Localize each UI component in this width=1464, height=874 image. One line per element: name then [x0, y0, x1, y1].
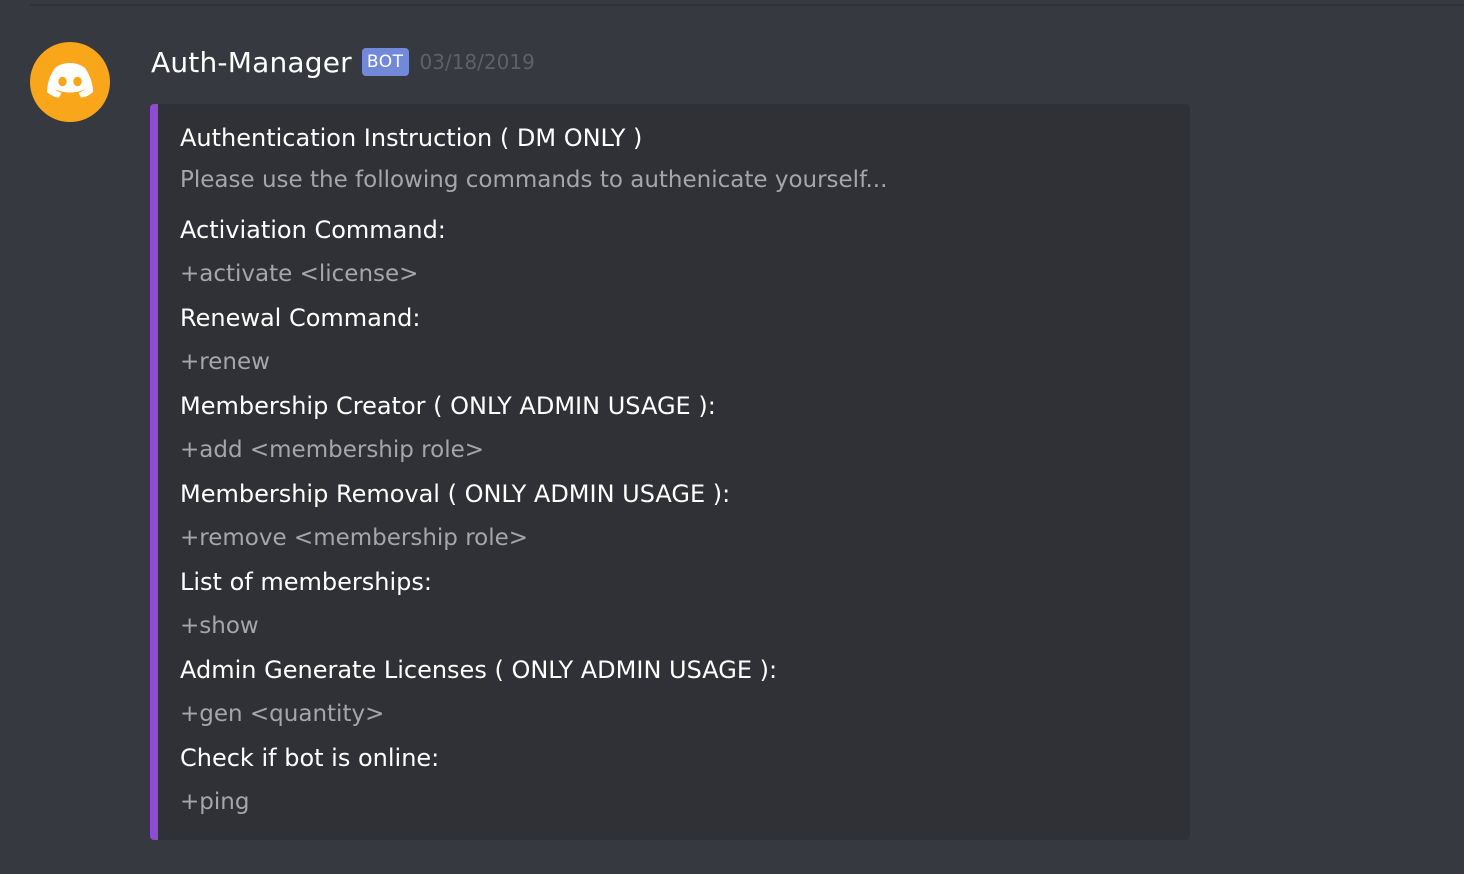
embed-field-name: Membership Creator ( ONLY ADMIN USAGE ):	[180, 392, 716, 420]
chat-message: Auth-Manager BOT 03/18/2019 Authenticati…	[0, 0, 1464, 874]
embed-field-value: +activate <license>	[180, 261, 419, 287]
embed-field-name: Admin Generate Licenses ( ONLY ADMIN USA…	[180, 656, 778, 684]
embed-field-value: +add <membership role>	[180, 437, 485, 463]
username[interactable]: Auth-Manager	[151, 46, 352, 79]
embed-field-value: +ping	[180, 789, 250, 815]
embed-field-value: +renew	[180, 349, 270, 375]
message-embed: Authentication Instruction ( DM ONLY ) P…	[150, 104, 1190, 840]
embed-field-value: +remove <membership role>	[180, 525, 529, 551]
embed-field-name: Renewal Command:	[180, 304, 421, 332]
timestamp: 03/18/2019	[419, 50, 535, 74]
bot-badge: BOT	[361, 48, 409, 76]
embed-title: Authentication Instruction ( DM ONLY )	[180, 124, 643, 152]
avatar[interactable]	[30, 42, 110, 122]
embed-field-name: Membership Removal ( ONLY ADMIN USAGE ):	[180, 480, 731, 508]
message-header: Auth-Manager BOT 03/18/2019	[151, 40, 535, 84]
embed-field-name: Activiation Command:	[180, 216, 446, 244]
embed-field-value: +show	[180, 613, 259, 639]
discord-logo-icon	[45, 62, 95, 102]
embed-field-value: +gen <quantity>	[180, 701, 385, 727]
embed-field-name: Check if bot is online:	[180, 744, 440, 772]
embed-field-name: List of memberships:	[180, 568, 432, 596]
embed-description: Please use the following commands to aut…	[180, 167, 888, 193]
